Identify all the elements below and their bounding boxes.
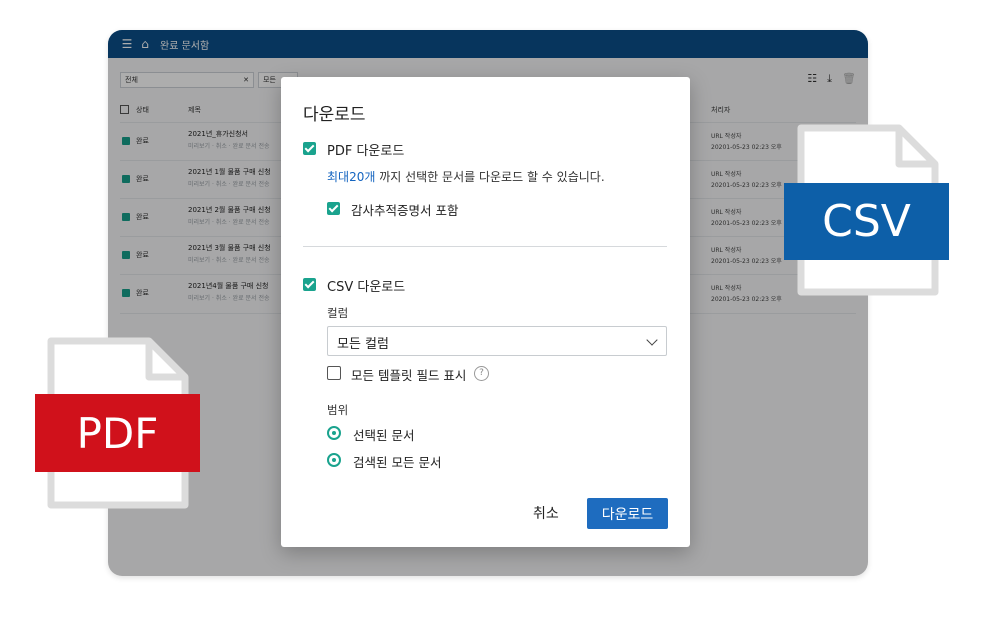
template-fields-checkbox[interactable] [327,366,341,380]
cancel-button[interactable]: 취소 [533,503,559,523]
column-label: 컬럼 [327,306,349,320]
audit-trail-checkbox[interactable] [327,202,340,215]
radio-searched-documents-label: 검색된 모든 문서 [353,455,442,470]
pdf-download-label: PDF 다운로드 [327,144,405,159]
pdf-limit-note: 최대20개 까지 선택한 문서를 다운로드 할 수 있습니다. [327,168,605,185]
radio-selected-documents[interactable] [327,426,341,440]
section-divider [303,246,667,247]
pdf-limit-text: 까지 선택한 문서를 다운로드 할 수 있습니다. [375,170,605,184]
radio-searched-documents[interactable] [327,453,341,467]
pdf-download-checkbox[interactable] [303,142,316,155]
chevron-down-icon [646,334,658,346]
csv-download-checkbox[interactable] [303,278,316,291]
template-fields-label: 모든 템플릿 필드 표시 [351,368,467,383]
audit-trail-label: 감사추적증명서 포함 [351,203,459,218]
dialog-title: 다운로드 [303,105,366,125]
help-icon[interactable]: ? [474,366,489,381]
download-button[interactable]: 다운로드 [587,498,668,529]
radio-selected-documents-label: 선택된 문서 [353,428,415,443]
range-label: 범위 [327,403,349,417]
pdf-badge: PDF [35,394,200,472]
csv-download-label: CSV 다운로드 [327,280,406,295]
pdf-limit-highlight: 최대20개 [327,170,376,184]
column-select-value: 모든 컬럼 [337,337,389,352]
csv-badge: CSV [784,183,949,260]
column-select[interactable]: 모든 컬럼 [327,326,667,356]
download-dialog: 다운로드 PDF 다운로드 최대20개 까지 선택한 문서를 다운로드 할 수 … [281,77,690,547]
